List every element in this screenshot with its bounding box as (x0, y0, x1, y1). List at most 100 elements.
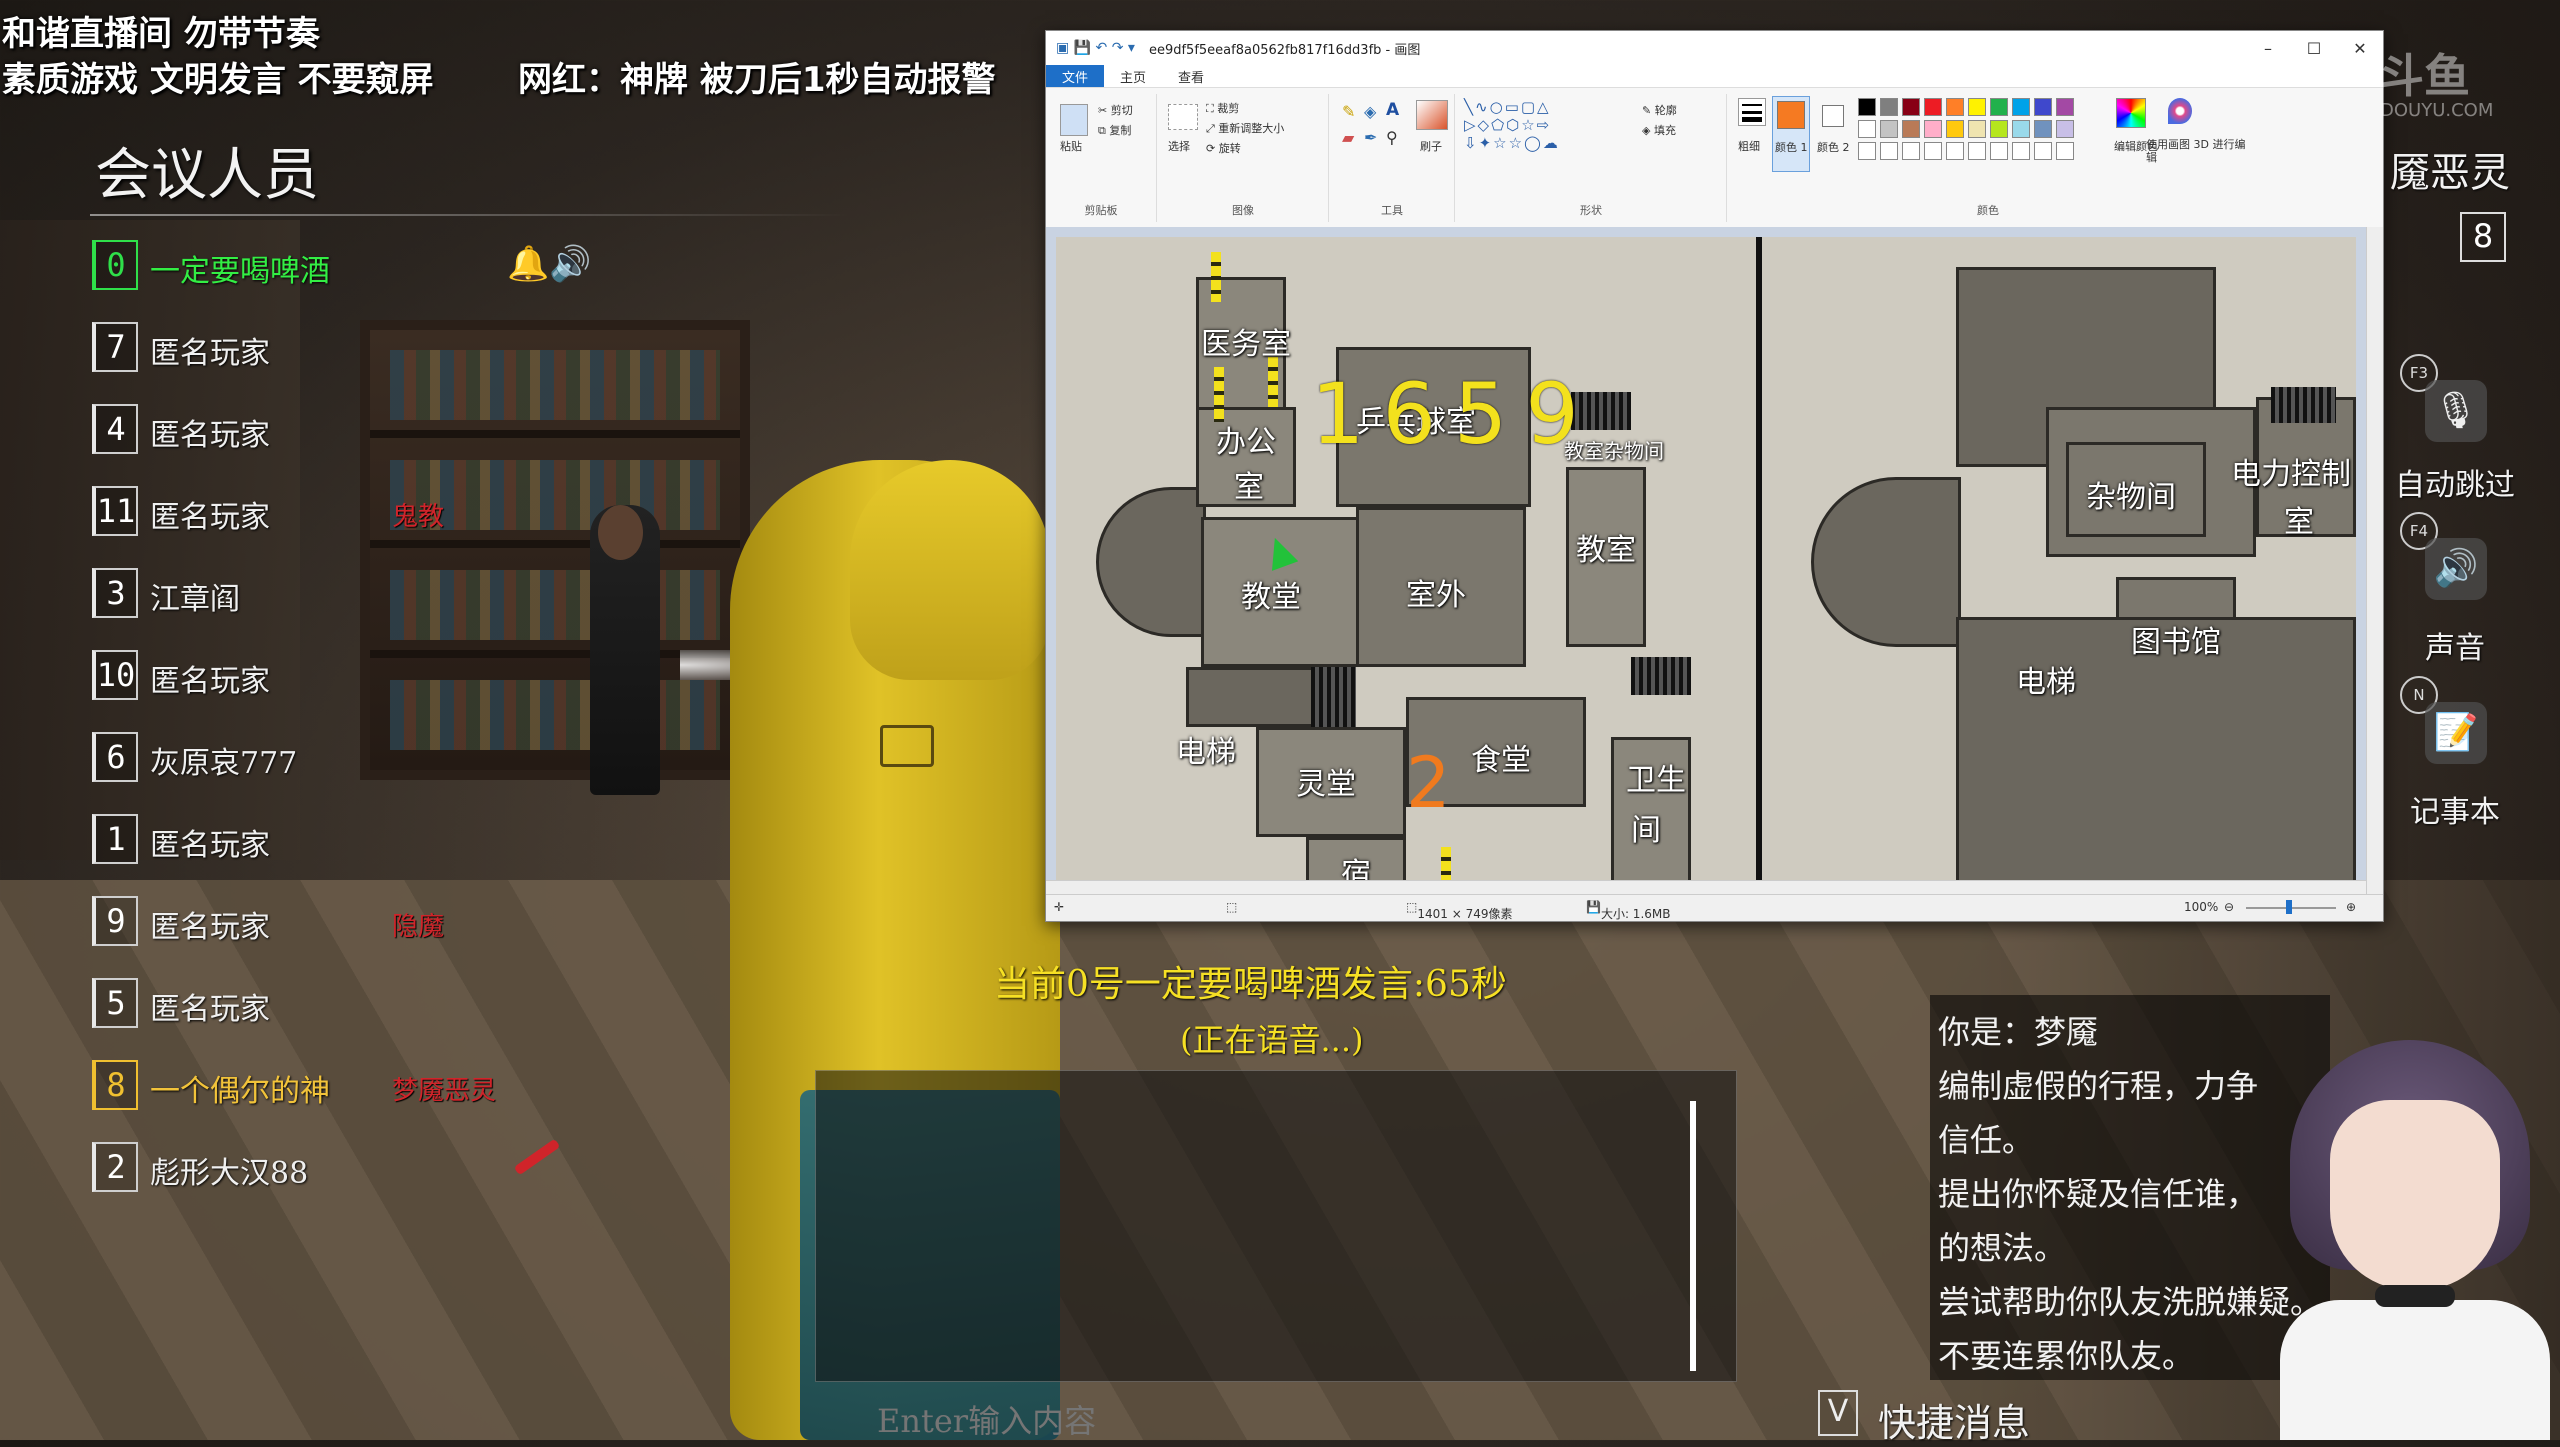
custom-color-swatch[interactable] (2034, 142, 2052, 160)
color-swatch[interactable] (1858, 98, 1876, 116)
color-swatch[interactable] (2056, 120, 2074, 138)
color-swatch[interactable] (2034, 120, 2052, 138)
custom-color-swatch[interactable] (1924, 142, 1942, 160)
color-swatch[interactable] (2034, 98, 2052, 116)
player-row[interactable]: 4 匿名玩家 (92, 404, 652, 464)
quick-message-key[interactable]: V (1818, 1390, 1858, 1436)
color2-swatch (1822, 105, 1844, 127)
speaker-icon[interactable]: 🔊 (2425, 538, 2487, 600)
seat-number: 8 (92, 1060, 138, 1110)
zoom-slider-thumb[interactable] (2286, 900, 2292, 914)
color-swatch[interactable] (2012, 120, 2030, 138)
paint-titlebar[interactable]: ▣ 💾 ↶ ↷ ▾ ee9df5f5eeaf8a0562fb817f16dd3f… (1046, 31, 2383, 65)
crop-button[interactable]: ⛶ 裁剪 (1206, 100, 1239, 116)
tab-home[interactable]: 主页 (1104, 65, 1162, 87)
quick-access-icons[interactable]: ▣ 💾 ↶ ↷ ▾ (1056, 40, 1135, 56)
color-swatch[interactable] (2012, 98, 2030, 116)
color-swatch[interactable] (1968, 98, 1986, 116)
color-swatch[interactable] (1990, 120, 2008, 138)
resize-button[interactable]: ⤢ 重新调整大小 (1206, 120, 1284, 136)
color1-box[interactable]: 颜色 1 (1772, 96, 1810, 172)
room-label: 医务室 (1201, 327, 1291, 362)
pencil-icon[interactable]: ✎ (1342, 102, 1355, 121)
color-swatch[interactable] (1946, 98, 1964, 116)
outline-button[interactable]: ✎ 轮廓 (1642, 102, 1677, 118)
map-room (1811, 477, 1961, 647)
fill-icon[interactable]: ◈ (1364, 102, 1376, 121)
sound-label[interactable]: 声音 (2425, 623, 2485, 667)
custom-color-swatch[interactable] (2056, 142, 2074, 160)
color-swatch[interactable] (1880, 98, 1898, 116)
magnifier-icon[interactable]: ⚲ (1386, 128, 1398, 147)
color-swatch[interactable] (1946, 120, 1964, 138)
text-icon[interactable]: A (1386, 100, 1399, 120)
paste-button[interactable]: 粘贴 (1060, 138, 1082, 154)
color-swatch[interactable] (2056, 98, 2074, 116)
color-picker-icon[interactable]: ✒ (1364, 128, 1377, 147)
cut-button[interactable]: ✂ 剪切 (1098, 102, 1133, 118)
paint3d-icon[interactable] (2168, 98, 2192, 124)
current-speaker-text: 当前0号一定要喝啤酒发言:65秒 (994, 964, 1507, 1005)
brushes-button[interactable]: 刷子 (1420, 138, 1442, 154)
horizontal-scrollbar[interactable] (1046, 880, 2366, 895)
map-canvas[interactable]: 医务室 乒乓球室 办公 室 教室杂物间 教室 教堂 室外 电梯 灵堂 食堂 卫生… (1056, 237, 2356, 903)
tab-file[interactable]: 文件 (1046, 65, 1105, 87)
color-swatch[interactable] (1880, 120, 1898, 138)
fill-shape-button[interactable]: ◈ 填充 (1642, 122, 1676, 138)
player-row[interactable]: 2 彪形大汉88 (92, 1138, 652, 1202)
quick-message-label[interactable]: 快捷消息 (1878, 1392, 2030, 1447)
color-swatch[interactable] (1924, 98, 1942, 116)
copy-button[interactable]: ⧉ 复制 (1098, 122, 1131, 138)
custom-color-swatch[interactable] (1968, 142, 1986, 160)
notepad-icon[interactable]: 📝 (2425, 702, 2487, 764)
custom-color-swatch[interactable] (2012, 142, 2030, 160)
edit-colors-icon[interactable] (2116, 98, 2146, 128)
close-button[interactable]: ✕ (2337, 39, 2383, 58)
color-swatch[interactable] (1902, 98, 1920, 116)
color-swatch[interactable] (1858, 120, 1876, 138)
select-icon[interactable] (1168, 104, 1198, 130)
player-row[interactable]: 8 一个偶尔的神 梦魇恶灵 (92, 1060, 652, 1120)
minimize-button[interactable]: – (2245, 39, 2291, 58)
rotate-button[interactable]: ⟳ 旋转 (1206, 140, 1241, 156)
vertical-scrollbar[interactable] (2366, 227, 2383, 895)
maximize-button[interactable]: ☐ (2291, 39, 2337, 58)
zoom-in-button[interactable]: ⊕ (2346, 900, 2356, 914)
chat-scrollbar[interactable] (1690, 1101, 1696, 1371)
player-row[interactable]: 5 匿名玩家 (92, 978, 652, 1038)
player-row[interactable]: 3 江章阎 (92, 568, 652, 628)
auto-skip-label[interactable]: 自动跳过 (2395, 460, 2515, 504)
player-row[interactable]: 1 匿名玩家 (92, 814, 652, 874)
custom-color-swatch[interactable] (1902, 142, 1920, 160)
player-row[interactable]: 6 灰原哀777 (92, 732, 652, 792)
custom-color-swatch[interactable] (1946, 142, 1964, 160)
chat-input[interactable] (875, 1400, 1479, 1442)
mic-icon[interactable]: 🎙 (2425, 380, 2487, 442)
player-row[interactable]: 11 匿名玩家 鬼教 (92, 486, 652, 546)
player-row[interactable]: 7 匿名玩家 (92, 322, 652, 382)
eraser-icon[interactable]: ▰ (1342, 128, 1354, 147)
player-row[interactable]: 9 匿名玩家 隐魔 (92, 896, 652, 956)
select-button[interactable]: 选择 (1168, 138, 1190, 154)
player-row[interactable]: 10 匿名玩家 (92, 650, 652, 710)
paint-window[interactable]: ▣ 💾 ↶ ↷ ▾ ee9df5f5eeaf8a0562fb817f16dd3f… (1045, 30, 2384, 922)
paste-icon[interactable] (1060, 104, 1088, 136)
color-swatch[interactable] (1902, 120, 1920, 138)
brush-icon[interactable] (1416, 100, 1448, 130)
color-swatch[interactable] (1968, 120, 1986, 138)
custom-color-swatch[interactable] (1858, 142, 1876, 160)
color-swatch[interactable] (1990, 98, 2008, 116)
custom-color-swatch[interactable] (1880, 142, 1898, 160)
color-swatch[interactable] (1924, 120, 1942, 138)
shapes-gallery[interactable]: ╲∿○▭▢△ ▷◇⬠⬡☆⇨ ⇩✦☆☆◯☁ (1464, 98, 1560, 152)
player-row[interactable]: 0 一定要喝啤酒 🔔🔊 (92, 240, 652, 300)
custom-color-swatch[interactable] (1990, 142, 2008, 160)
tab-view[interactable]: 查看 (1162, 65, 1220, 87)
notepad-label[interactable]: 记事本 (2410, 787, 2500, 831)
canvas-area[interactable]: 医务室 乒乓球室 办公 室 教室杂物间 教室 教堂 室外 电梯 灵堂 食堂 卫生… (1046, 227, 2366, 903)
size-button[interactable]: 粗细 (1738, 138, 1760, 154)
paint3d-button[interactable]: 使用画图 3D 进行编辑 (2146, 138, 2246, 164)
zoom-out-button[interactable]: ⊖ (2224, 900, 2234, 914)
color2-box[interactable]: 颜色 2 (1814, 96, 1852, 172)
size-icon[interactable] (1738, 98, 1766, 126)
